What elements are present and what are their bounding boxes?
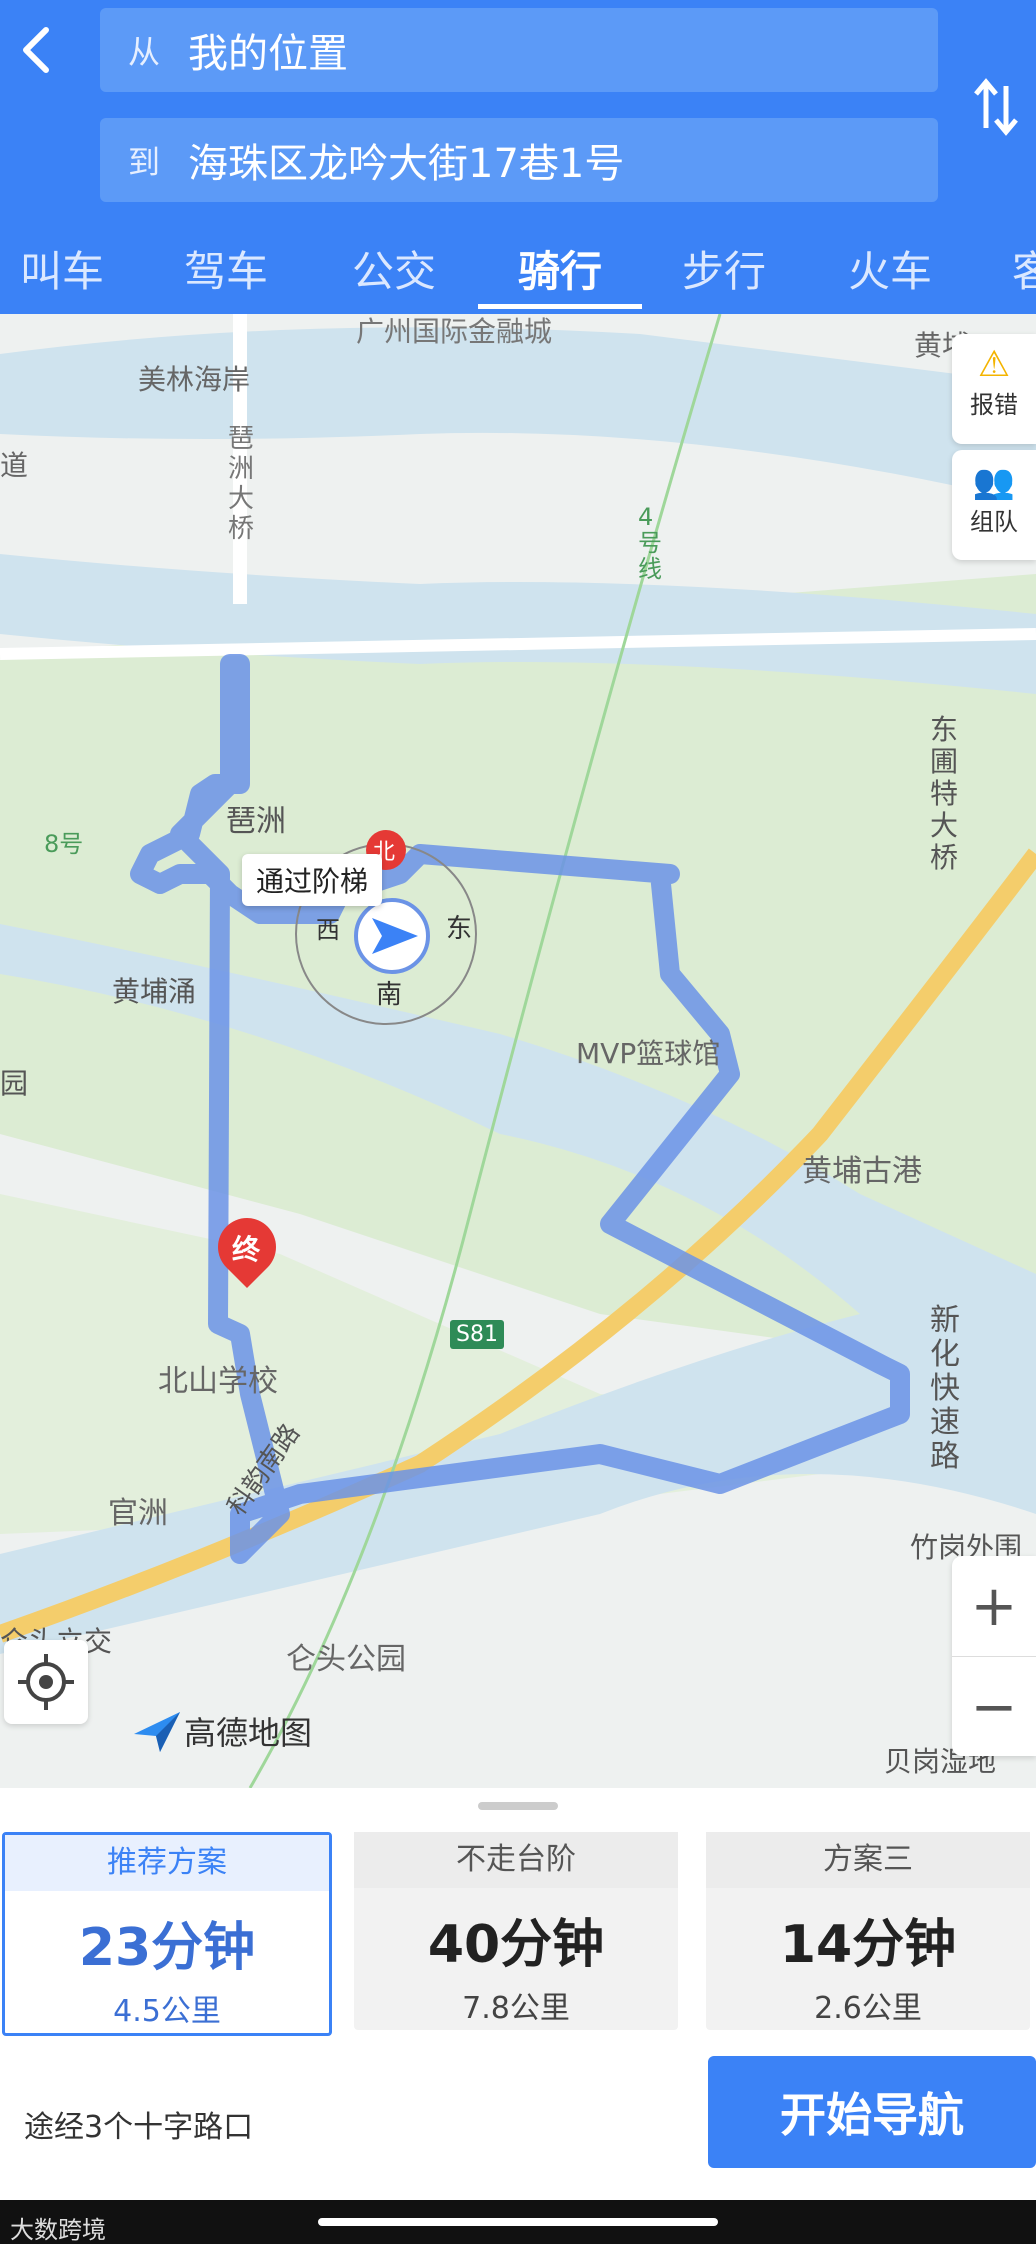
map-label: 4号线 <box>638 503 662 583</box>
stairs-callout-text: 通过阶梯 <box>256 865 369 898</box>
highway-shield: S81 <box>450 1320 504 1349</box>
map-label: 北山学校 <box>158 1364 278 1399</box>
report-label: 报错 <box>970 391 1018 419</box>
amap-logo-icon <box>134 1712 180 1752</box>
swap-icon[interactable] <box>968 72 1024 142</box>
plan-time: 40分钟 <box>427 1915 605 1975</box>
tab-bus[interactable]: 公交 <box>352 238 436 299</box>
route-header: 从 我的位置 到 海珠区龙吟大街17巷1号 叫车 驾车 公交 骑行 步行 火车 … <box>0 0 1036 314</box>
route-via-info: 途经3个十字路口 <box>24 2110 254 2145</box>
origin-field[interactable]: 从 我的位置 <box>100 8 938 92</box>
locate-button[interactable] <box>4 1640 88 1724</box>
map-label: 官洲 <box>108 1496 168 1531</box>
active-tab-underline <box>478 304 642 309</box>
end-marker-label: 终 <box>232 1233 261 1266</box>
zoom-out-button[interactable]: − <box>952 1657 1036 1757</box>
home-indicator-bar: 大数跨境 <box>0 2200 1036 2244</box>
plan-header: 不走台阶 <box>354 1832 678 1888</box>
tab-cycling[interactable]: 骑行 <box>518 238 602 299</box>
river <box>0 327 1036 504</box>
map-label: 园 <box>0 1067 29 1100</box>
route-panel: 推荐方案 23分钟 4.5公里 不走台阶 40分钟 7.8公里 方案三 14分钟… <box>0 1788 1036 2244</box>
tab-walk[interactable]: 步行 <box>682 238 766 299</box>
zoom-in-button[interactable]: + <box>952 1556 1036 1657</box>
map-label: 8号 <box>44 830 84 858</box>
map-label: MVP篮球馆 <box>576 1037 721 1070</box>
start-navigation-button[interactable]: 开始导航 <box>708 2056 1036 2168</box>
tab-taxi[interactable]: 叫车 <box>20 238 104 299</box>
zoom-controls: + − <box>952 1556 1036 1756</box>
tab-train[interactable]: 火车 <box>848 238 932 299</box>
plan-card-option-three[interactable]: 方案三 14分钟 2.6公里 <box>706 1832 1030 2030</box>
plan-time: 14分钟 <box>779 1915 957 1975</box>
tab-coach[interactable]: 客 <box>1012 238 1036 299</box>
origin-prefix: 从 <box>128 33 161 71</box>
tab-drive[interactable]: 驾车 <box>184 238 268 299</box>
compass-south: 南 <box>376 980 403 1010</box>
map-view[interactable]: 广州国际金融城 美林海岸 黄埔 道 琶洲大桥 4号线 8号 东圃特大桥 琶洲 黄… <box>0 314 1036 1788</box>
map-label: 美林海岸 <box>138 363 251 396</box>
plan-distance: 4.5公里 <box>113 1994 221 2029</box>
plan-header: 推荐方案 <box>5 1835 329 1891</box>
back-icon[interactable] <box>8 18 64 82</box>
team-label: 组队 <box>970 508 1018 536</box>
map-label: 道 <box>0 449 29 482</box>
plan-time: 23分钟 <box>78 1918 256 1978</box>
compass-east: 东 <box>446 914 473 944</box>
map-label: 琶洲 <box>226 804 286 839</box>
plan-header: 方案三 <box>706 1832 1030 1888</box>
plan-card-recommended[interactable]: 推荐方案 23分钟 4.5公里 <box>2 1832 332 2036</box>
stairs-callout: 通过阶梯 <box>242 854 383 906</box>
map-label: 广州国际金融城 <box>356 315 553 348</box>
group-icon: 👥 <box>972 462 1016 502</box>
amap-logo-text: 高德地图 <box>184 1714 313 1752</box>
watermark: 大数跨境 <box>10 2216 106 2244</box>
map-canvas <box>0 314 1036 1788</box>
compass-west: 西 <box>316 916 340 944</box>
team-button[interactable]: 👥 组队 <box>952 450 1036 560</box>
amap-logo: 高德地图 <box>130 1706 312 1756</box>
map-label: 新化快速路 <box>930 1303 960 1474</box>
origin-value: 我的位置 <box>188 31 348 77</box>
locate-icon <box>18 1654 74 1710</box>
map-label: 黄埔古港 <box>802 1154 922 1189</box>
report-button[interactable]: ⚠ 报错 <box>952 334 1036 444</box>
plan-distance: 2.6公里 <box>814 1991 922 2026</box>
destination-value: 海珠区龙吟大街17巷1号 <box>188 141 625 187</box>
drag-handle[interactable] <box>478 1802 558 1810</box>
map-label: 仑头公园 <box>286 1642 406 1677</box>
plan-distance: 7.8公里 <box>462 1991 570 2026</box>
transport-tabs: 叫车 驾车 公交 骑行 步行 火车 客 <box>0 224 1036 312</box>
map-label: 东圃特大桥 <box>930 713 959 874</box>
plan-card-no-stairs[interactable]: 不走台阶 40分钟 7.8公里 <box>354 1832 678 2030</box>
destination-field[interactable]: 到 海珠区龙吟大街17巷1号 <box>100 118 938 202</box>
home-indicator[interactable] <box>318 2218 718 2226</box>
warning-icon: ⚠ <box>977 344 1011 385</box>
map-label: 琶洲大桥 <box>228 424 255 544</box>
destination-prefix: 到 <box>128 143 161 181</box>
map-label: 黄埔涌 <box>112 975 197 1008</box>
